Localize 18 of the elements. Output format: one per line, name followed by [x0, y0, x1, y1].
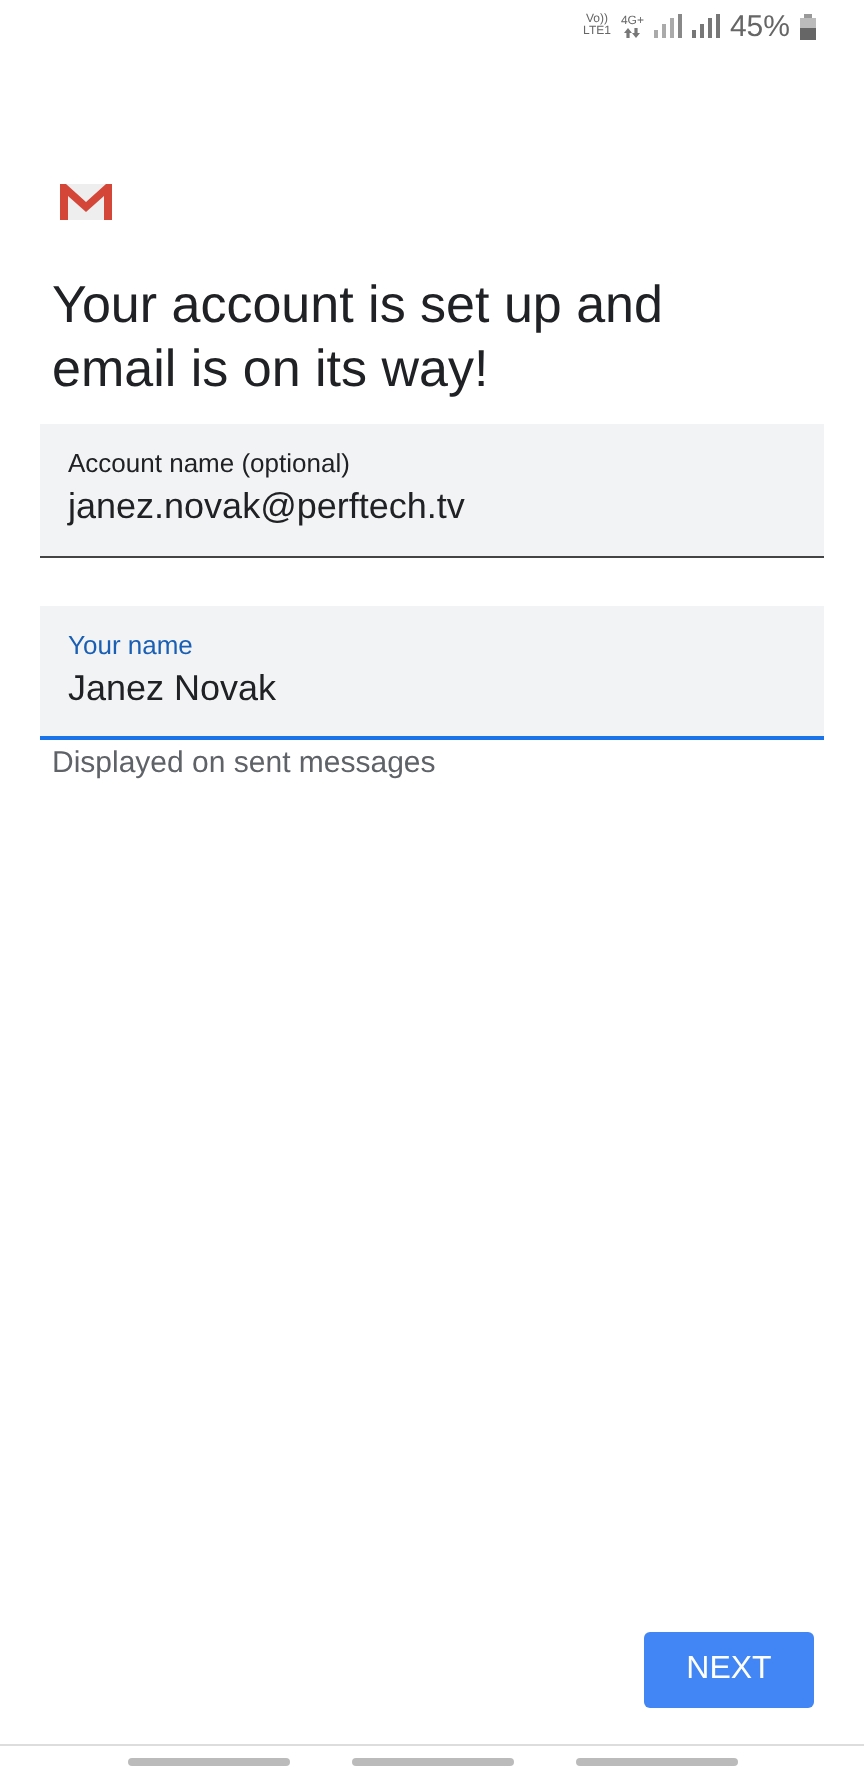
- nav-handle[interactable]: [351, 1757, 513, 1765]
- battery-percentage: 45%: [729, 9, 790, 43]
- page-title: Your account is set up and email is on its way!: [52, 272, 665, 400]
- text-field[interactable]: Your name Janez Novak: [40, 606, 824, 740]
- data-arrows-icon: [624, 27, 641, 37]
- field-label: Account name (optional): [68, 448, 352, 478]
- field-label: Your name: [68, 630, 195, 660]
- text-field[interactable]: Account name (optional) janez.novak@perftech.tv: [40, 424, 824, 558]
- nav-handle[interactable]: [575, 1757, 737, 1765]
- battery-icon: [800, 13, 816, 39]
- nav-handle[interactable]: [127, 1757, 289, 1765]
- signal-icon: [653, 14, 682, 38]
- next-button[interactable]: NEXT: [644, 1632, 814, 1708]
- mail-logo: [60, 184, 112, 220]
- helper-text: Displayed on sent messages: [52, 746, 438, 780]
- field-value: Janez Novak: [68, 668, 279, 710]
- signal-icon: [691, 14, 720, 38]
- field-value: janez.novak@perftech.tv: [68, 486, 467, 528]
